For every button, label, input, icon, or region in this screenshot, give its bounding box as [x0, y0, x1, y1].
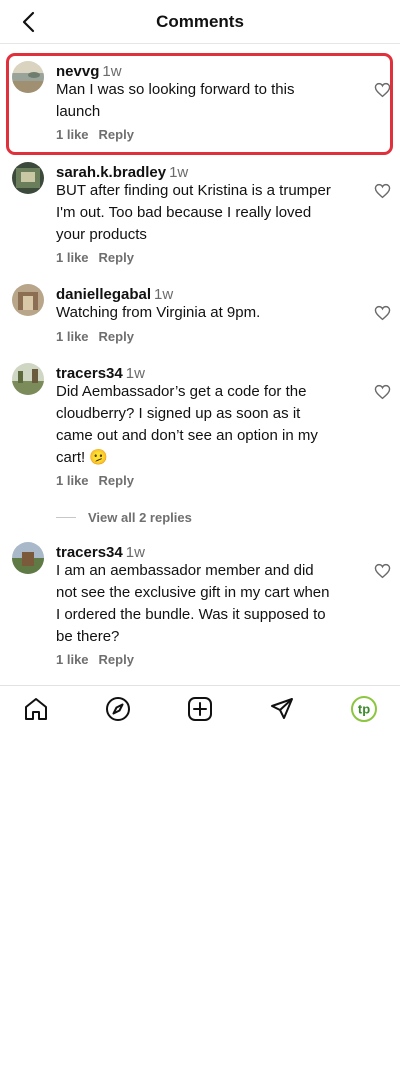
create-plus-icon	[188, 697, 212, 721]
nav-send[interactable]	[269, 696, 295, 722]
comment-likes[interactable]: 1 like	[56, 652, 89, 667]
send-icon	[271, 698, 293, 719]
comment-text: I am an aembassador member and did not s…	[56, 562, 330, 645]
reply-button[interactable]: Reply	[99, 127, 134, 142]
comment-text: Did Aembassador’s get a code for the clo…	[56, 383, 318, 466]
comment-text: Man I was so looking forward to this lau…	[56, 81, 295, 120]
comment-meta: 1 like Reply	[56, 329, 134, 345]
nav-explore[interactable]	[105, 696, 131, 722]
comment-text: BUT after finding out Kristina is a trum…	[56, 182, 331, 243]
heart-icon[interactable]	[374, 183, 391, 199]
profile-initials: tp	[358, 702, 370, 717]
comment-username[interactable]: tracers34	[56, 544, 123, 561]
comment-likes[interactable]: 1 like	[56, 473, 89, 488]
comment-meta: 1 like Reply	[56, 127, 134, 143]
bottom-nav: tp	[0, 685, 400, 731]
heart-icon[interactable]	[374, 305, 391, 321]
comment-time: 1w	[102, 63, 122, 80]
comment-username[interactable]: nevvg	[56, 63, 99, 80]
comment-meta: 1 like Reply	[56, 250, 134, 266]
comment-time: 1w	[125, 544, 145, 561]
nav-profile[interactable]: tp	[351, 696, 377, 722]
profile-avatar-icon: tp	[351, 696, 377, 722]
avatar[interactable]	[12, 61, 44, 93]
comment-time: 1w	[154, 286, 174, 303]
comment-likes[interactable]: 1 like	[56, 127, 89, 142]
reply-button[interactable]: Reply	[99, 652, 134, 667]
comment-likes[interactable]: 1 like	[56, 329, 89, 344]
nav-home[interactable]	[23, 696, 49, 722]
comment-time: 1w	[169, 164, 189, 181]
avatar[interactable]	[12, 542, 44, 574]
replies-divider	[56, 516, 76, 518]
comment-meta: 1 like Reply	[56, 473, 134, 489]
home-icon	[25, 698, 47, 720]
comment-username[interactable]: tracers34	[56, 365, 123, 382]
nav-create[interactable]	[187, 696, 213, 722]
header: Comments	[0, 0, 400, 44]
avatar[interactable]	[12, 363, 44, 395]
heart-icon[interactable]	[374, 563, 391, 579]
heart-icon[interactable]	[374, 82, 391, 98]
explore-compass-icon	[106, 697, 130, 721]
reply-button[interactable]: Reply	[99, 473, 134, 488]
comment-text: Watching from Virginia at 9pm.	[56, 304, 261, 321]
comment-likes[interactable]: 1 like	[56, 250, 89, 265]
reply-button[interactable]: Reply	[99, 329, 134, 344]
comment-username[interactable]: sarah.k.bradley	[56, 164, 166, 181]
view-replies-label: View all 2 replies	[88, 509, 192, 525]
avatar[interactable]	[12, 284, 44, 316]
heart-icon[interactable]	[374, 384, 391, 400]
comment-time: 1w	[125, 365, 145, 382]
reply-button[interactable]: Reply	[99, 250, 134, 265]
page-title: Comments	[156, 12, 244, 31]
comment-username[interactable]: daniellegabal	[56, 286, 151, 303]
comment-meta: 1 like Reply	[56, 652, 134, 668]
view-replies-button[interactable]: View all 2 replies	[56, 509, 192, 525]
avatar[interactable]	[12, 162, 44, 194]
